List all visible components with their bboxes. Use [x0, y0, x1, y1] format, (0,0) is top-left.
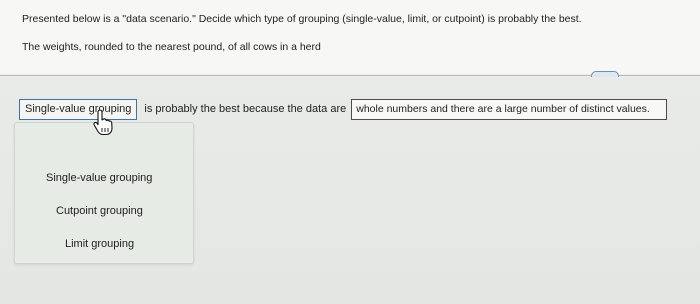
hand-pointer-icon — [93, 109, 113, 136]
option-cutpoint-grouping[interactable]: Cutpoint grouping — [56, 205, 143, 217]
answer-connector-text: is probably the best because the data ar… — [144, 103, 347, 115]
question-panel: Presented below is a "data scenario." De… — [0, 0, 700, 74]
grouping-options-menu: Single-value grouping Cutpoint grouping … — [14, 122, 194, 264]
grouping-type-dropdown[interactable]: Single-value grouping — [19, 98, 138, 120]
reason-dropdown[interactable]: whole numbers and there are a large numb… — [351, 98, 668, 120]
option-limit-grouping[interactable]: Limit grouping — [65, 238, 134, 250]
question-instructions: Presented below is a "data scenario." De… — [22, 13, 582, 25]
option-single-value-grouping[interactable]: Single-value grouping — [46, 172, 152, 184]
data-scenario-text: The weights, rounded to the nearest poun… — [22, 41, 321, 53]
